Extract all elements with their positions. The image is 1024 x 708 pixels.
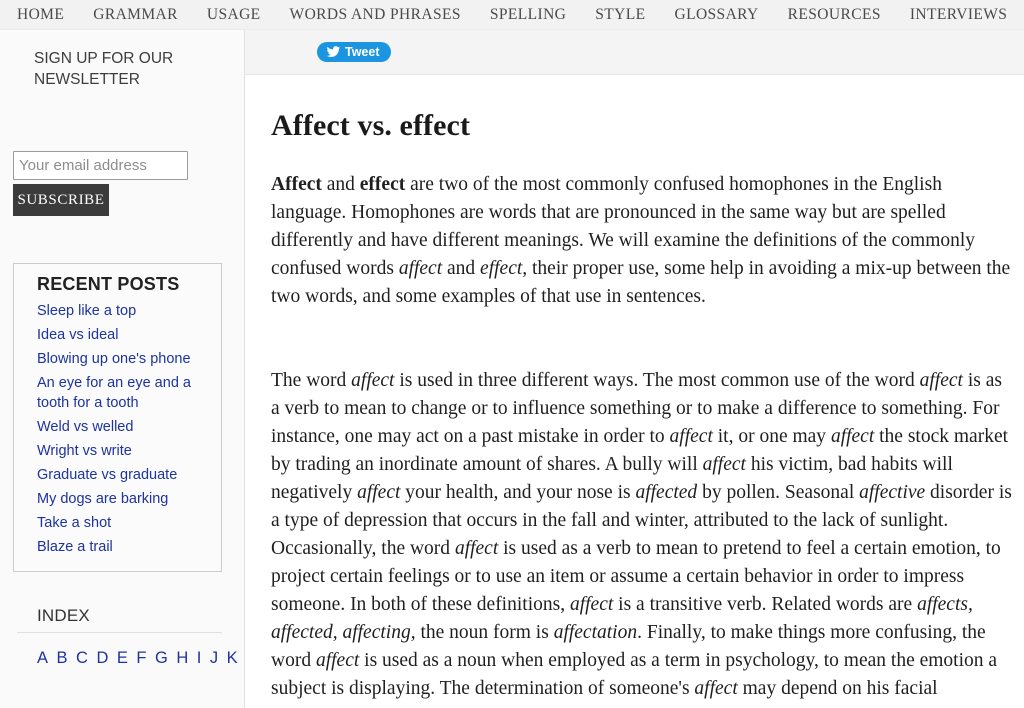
paragraph1-bold-effect: effect [359,174,406,195]
recent-posts-heading: RECENT POSTS [37,274,180,294]
p2-i5: affect [702,454,746,475]
nav-item-words-and-phrases[interactable]: WORDS AND PHRASES [290,6,461,24]
index-letter-g[interactable]: G [155,649,168,667]
p2-i3: affect [669,426,713,447]
p2-t2: is used in three different ways. The mos… [394,370,920,391]
index-letter-b[interactable]: B [57,649,68,667]
article-paragraph-2: The word affect is used in three differe… [271,367,1013,708]
index-letter-h[interactable]: H [176,649,188,667]
p2-i12: affectation [553,622,638,643]
p2-t7: your health, and your nose is [400,482,636,503]
index-letter-i[interactable]: I [197,649,202,667]
nav-item-glossary[interactable]: GLOSSARY [674,6,758,24]
p2-t8: by pollen. Seasonal [697,482,860,503]
list-item[interactable]: Graduate vs graduate [37,466,207,486]
page-body: SIGN UP FOR OUR NEWSLETTER SUBSCRIBE REC… [0,30,1024,708]
p2-t11: is a transitive verb. Related words are [613,594,918,615]
nav-item-style[interactable]: STYLE [595,6,645,24]
twitter-bird-icon [326,46,340,58]
paragraph1-italic-affect: affect [398,258,443,279]
list-item[interactable]: Idea vs ideal [37,326,207,346]
p2-i2: affect [919,370,963,391]
main-content: Tweet Affect vs. effect Affect and effec… [245,30,1024,708]
p2-i13: affect [315,650,360,671]
recent-posts-list: Sleep like a top Idea vs ideal Blowing u… [28,302,207,557]
paragraph1-text-1: and [321,174,360,195]
index-letter-list: ABCDEFGHIJKLMNOPQRSTUVWXYZ [37,645,540,672]
p2-t4: it, or one may [712,426,831,447]
paragraph1-bold-affect: Affect [271,174,322,195]
list-item[interactable]: Sleep like a top [37,302,207,322]
article-paragraph-1: Affect and effect are two of the most co… [271,171,1013,311]
nav-item-home[interactable]: HOME [17,6,64,24]
nav-item-spelling[interactable]: SPELLING [490,6,566,24]
p2-t1: The word [271,370,352,391]
p2-i1: affect [351,370,395,391]
list-item[interactable]: Blaze a trail [37,538,207,558]
subscribe-button[interactable]: SUBSCRIBE [13,184,109,216]
paragraph1-italic-effect: effect, [480,258,528,279]
p2-t12: the noun form is [415,622,554,643]
index-letter-a[interactable]: A [37,649,48,667]
index-letter-j[interactable]: J [210,649,218,667]
index-heading: INDEX [37,606,90,625]
index-letter-f[interactable]: F [136,649,146,667]
article: Affect vs. effect Affect and effect are … [245,75,1024,708]
list-item[interactable]: An eye for an eye and a tooth for a toot… [37,374,207,413]
nav-item-interviews[interactable]: INTERVIEWS [910,6,1007,24]
page-title: Affect vs. effect [271,109,471,142]
list-item[interactable]: Blowing up one's phone [37,350,207,370]
nav-item-resources[interactable]: RESOURCES [788,6,881,24]
p2-i10: affect [569,594,614,615]
p2-i4: affect [830,426,875,447]
top-navigation: HOME GRAMMAR USAGE WORDS AND PHRASES SPE… [0,0,1024,30]
sidebar: SIGN UP FOR OUR NEWSLETTER SUBSCRIBE REC… [0,30,540,708]
list-item[interactable]: Wright vs write [37,442,207,462]
share-bar: Tweet [245,30,1024,75]
p2-i8: affective [859,482,926,503]
newsletter-heading: SIGN UP FOR OUR NEWSLETTER [34,50,174,88]
p2-i6: affect [357,482,401,503]
paragraph1-text-3: and [442,258,481,279]
list-item[interactable]: Weld vs welled [37,418,207,438]
nav-item-grammar[interactable]: GRAMMAR [93,6,178,24]
list-item[interactable]: My dogs are barking [37,490,207,510]
p2-i14: affect [694,678,738,699]
index-divider [17,632,222,633]
index-letter-e[interactable]: E [117,649,128,667]
index-letter-c[interactable]: C [76,649,88,667]
index-widget: INDEX ABCDEFGHIJKLMNOPQRSTUVWXYZ [13,606,540,672]
list-item[interactable]: Take a shot [37,514,207,534]
tweet-button-label: Tweet [345,44,380,59]
p2-i9: affect [454,538,499,559]
email-field[interactable] [13,151,188,180]
recent-posts-widget: RECENT POSTS Sleep like a top Idea vs id… [13,263,222,572]
index-letter-d[interactable]: D [96,649,108,667]
nav-item-usage[interactable]: USAGE [207,6,261,24]
index-letter-k[interactable]: K [227,649,238,667]
p2-i7: affected [635,482,698,503]
tweet-button[interactable]: Tweet [317,42,391,62]
